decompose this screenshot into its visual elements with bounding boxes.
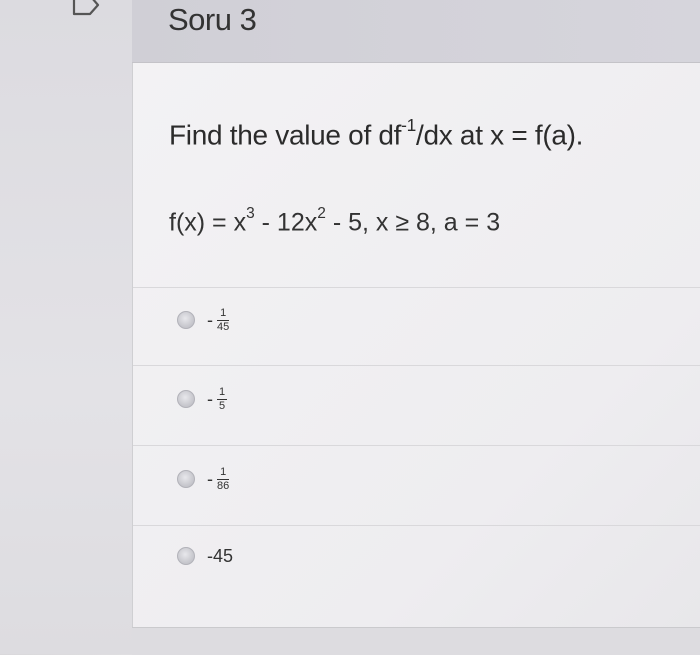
bottom-band [132, 627, 700, 655]
radio-circle-icon[interactable] [177, 547, 195, 565]
question-body: Find the value of df-1/dx at x = f(a). f… [132, 63, 700, 627]
question-formula: f(x) = x3 - 12x2 - 5, x ≥ 8, a = 3 [169, 204, 501, 237]
radio-circle-icon[interactable] [177, 311, 195, 329]
divider [133, 525, 700, 526]
answer-option-2[interactable]: - 1 5 [177, 379, 228, 419]
divider [133, 365, 700, 366]
question-header: Soru 3 [132, 0, 700, 63]
answer-option-4[interactable]: -45 [177, 536, 233, 576]
radio-circle-icon[interactable] [177, 390, 195, 408]
divider [133, 445, 700, 446]
answer-option-1[interactable]: - 1 45 [177, 300, 230, 340]
radio-circle-icon[interactable] [177, 470, 195, 488]
left-panel [0, 0, 132, 654]
fraction: 1 45 [217, 306, 230, 333]
question-prompt: Find the value of df-1/dx at x = f(a). [169, 114, 584, 151]
flag-icon[interactable] [64, 0, 104, 20]
fraction: 1 5 [217, 385, 228, 412]
question-title: Soru 3 [168, 2, 257, 37]
divider [133, 287, 700, 288]
fraction: 1 86 [217, 465, 230, 492]
answer-option-3[interactable]: - 1 86 [177, 459, 230, 499]
